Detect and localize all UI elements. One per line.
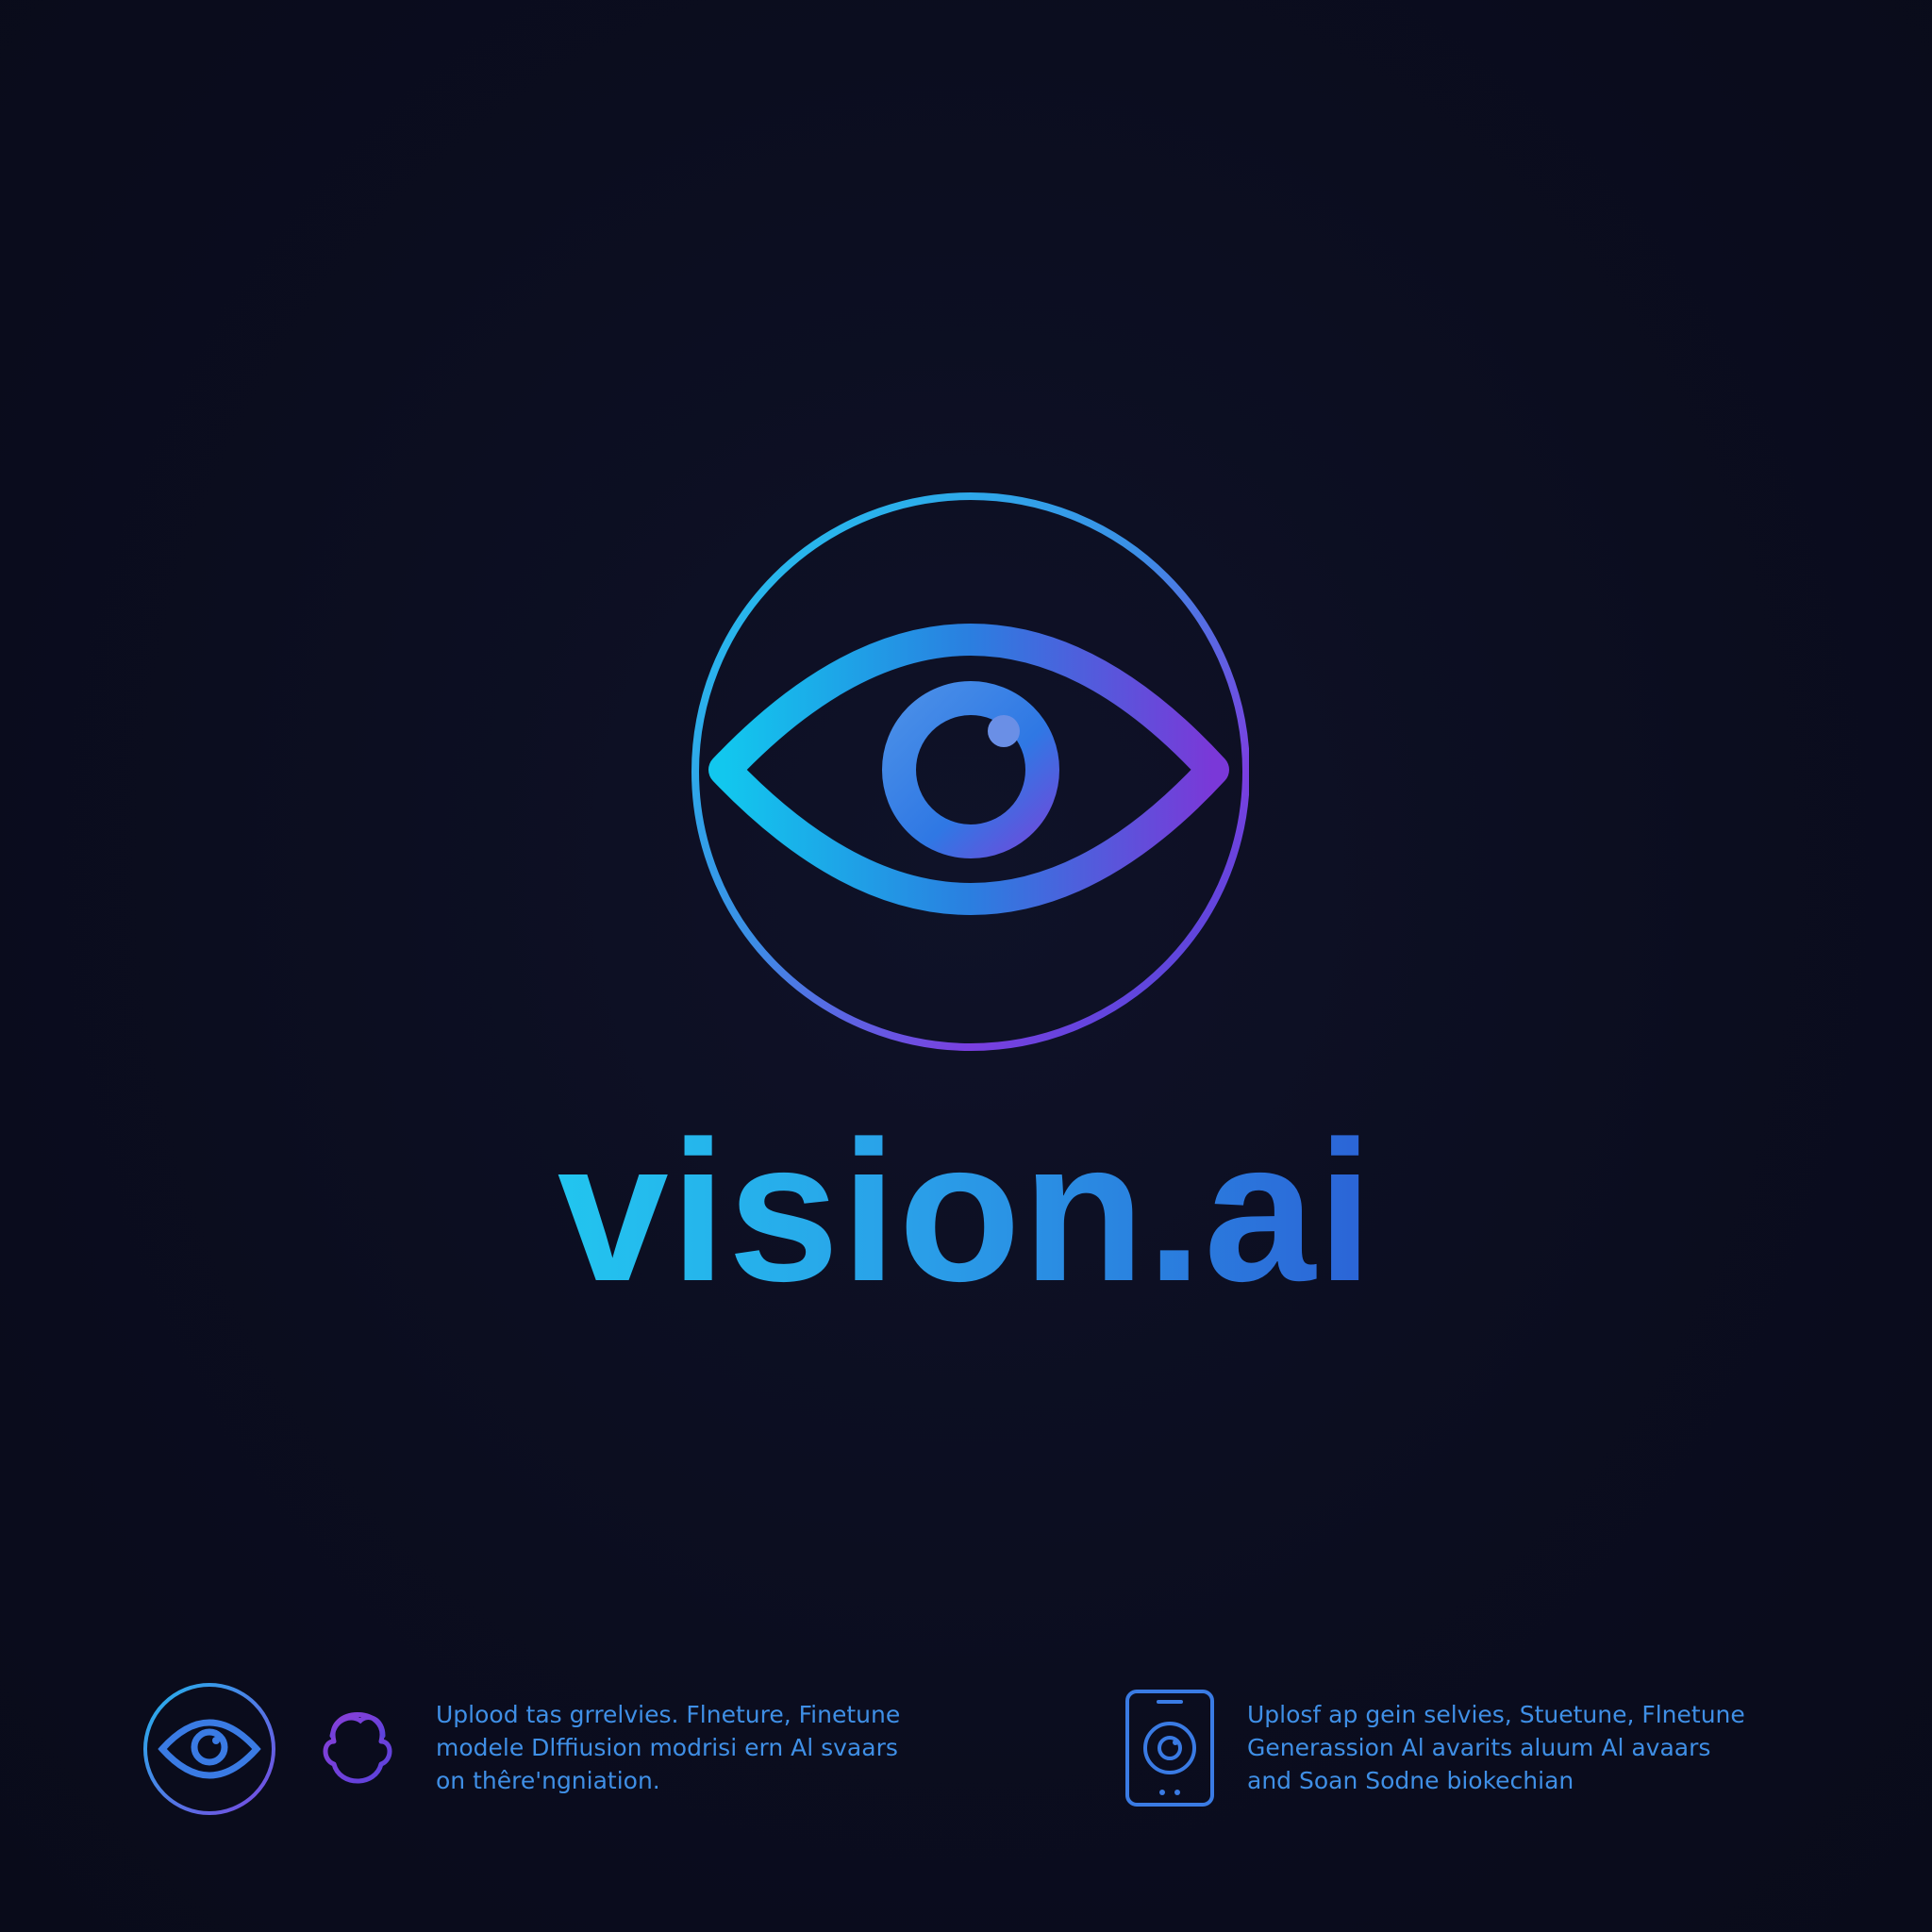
feature-line: Uplosf ap gein selvies, Stuetune, Flnetu…	[1247, 1701, 1745, 1728]
feature-line: and Soan Sodne biokechian	[1247, 1767, 1574, 1794]
eye-in-circle-icon	[683, 489, 1249, 1055]
smartphone-camera-icon	[1124, 1689, 1215, 1807]
feature-line: on thêre'ngniation.	[436, 1767, 660, 1794]
feature-line: modele Dlffiusion modrisi ern Al svaars	[436, 1734, 898, 1761]
feature-line: Generassion Al avarits aluum Al avaars	[1247, 1734, 1711, 1761]
feature-description-left: Uplood tas grrelvies. Flneture, Finetune…	[436, 1698, 900, 1797]
user-head-icon	[306, 1689, 409, 1806]
feature-line: Uplood tas grrelvies. Flneture, Finetune	[436, 1701, 901, 1728]
brand-wordmark: vision.ai	[0, 1111, 1932, 1311]
feature-block-left: Uplood tas grrelvies. Flneture, Finetune…	[142, 1681, 900, 1817]
eye-circle-icon	[142, 1681, 277, 1817]
feature-description-right: Uplosf ap gein selvies, Stuetune, Flnetu…	[1247, 1698, 1745, 1797]
feature-block-right: Uplosf ap gein selvies, Stuetune, Flnetu…	[1124, 1689, 1745, 1807]
brand-canvas: vision.ai Uplood tas grrelvies. Flneture…	[0, 0, 1932, 1932]
brand-name: vision.ai	[557, 1099, 1375, 1323]
